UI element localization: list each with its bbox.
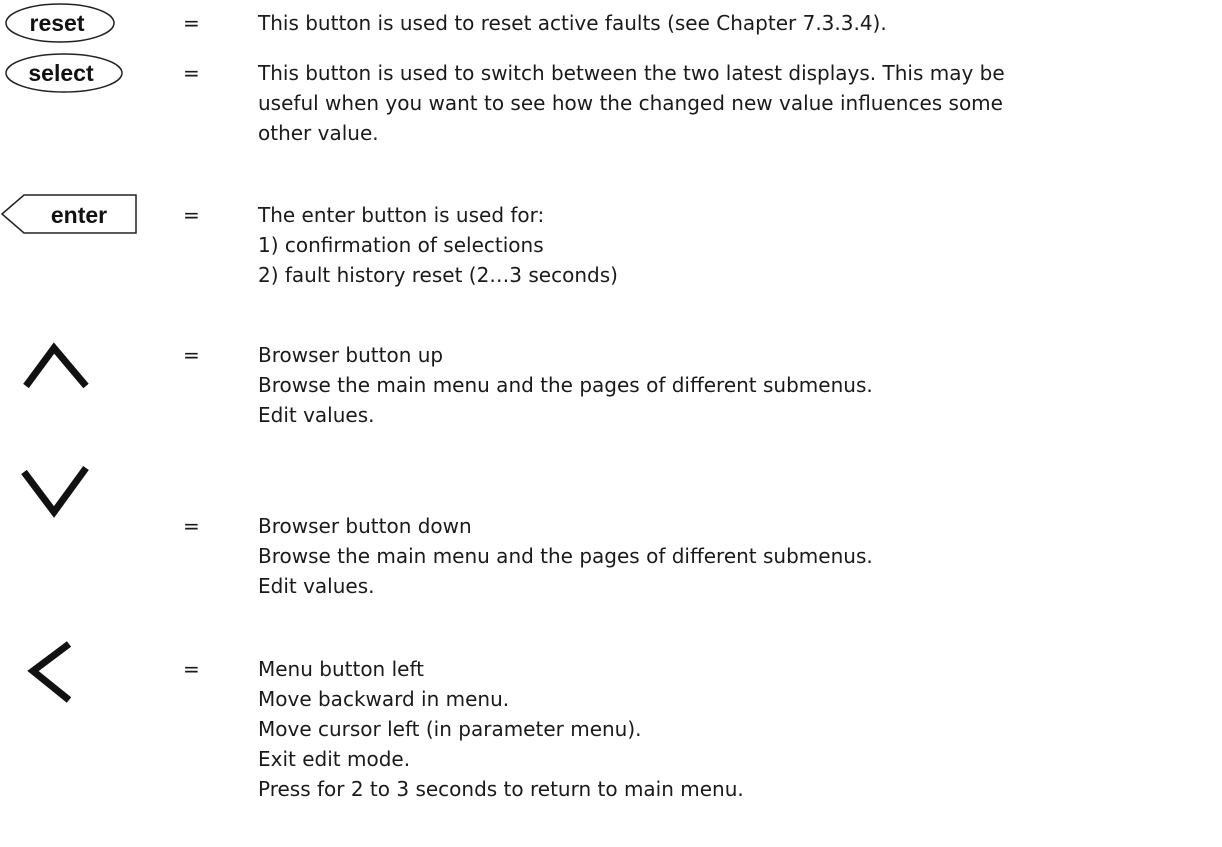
reset-button-label: reset — [30, 10, 85, 36]
description-line: Press for 2 to 3 seconds to return to ma… — [258, 777, 744, 801]
description-line: The enter button is used for: — [258, 203, 545, 227]
enter-button-icon: enter — [0, 194, 137, 234]
select-button-icon: select — [5, 53, 123, 93]
description-line: Move cursor left (in parameter menu). — [258, 717, 642, 741]
equals-sign: = — [183, 11, 200, 35]
description-line: This button is used to switch between th… — [258, 61, 1005, 85]
chevron-down-icon — [21, 465, 89, 518]
left-description: Menu button left Move backward in menu. … — [258, 654, 1216, 804]
chevron-left-icon — [27, 641, 72, 703]
description-line: Menu button left — [258, 657, 424, 681]
description-line: 1) confirmation of selections — [258, 233, 544, 257]
reset-button-icon: reset — [5, 3, 115, 43]
description-line: 2) fault history reset (2…3 seconds) — [258, 263, 618, 287]
description-line: Browse the main menu and the pages of di… — [258, 373, 873, 397]
select-description: This button is used to switch between th… — [258, 58, 1216, 148]
description-line: Exit edit mode. — [258, 747, 411, 771]
description-line: Browser button up — [258, 343, 444, 367]
description-line: Browser button down — [258, 514, 472, 538]
description-line: Move backward in menu. — [258, 687, 510, 711]
enter-button-label: enter — [51, 202, 107, 228]
description-line: Edit values. — [258, 574, 375, 598]
description-line: Edit values. — [258, 403, 375, 427]
equals-sign: = — [183, 343, 200, 367]
up-description: Browser button up Browse the main menu a… — [258, 340, 1216, 430]
equals-sign: = — [183, 203, 200, 227]
reset-description: This button is used to reset active faul… — [258, 8, 1216, 38]
description-line: This button is used to reset active faul… — [258, 11, 887, 35]
equals-sign: = — [183, 514, 200, 538]
chevron-up-icon — [23, 342, 89, 389]
description-line: Browse the main menu and the pages of di… — [258, 544, 873, 568]
equals-sign: = — [183, 61, 200, 85]
description-line: useful when you want to see how the chan… — [258, 91, 1003, 115]
down-description: Browser button down Browse the main menu… — [258, 511, 1216, 601]
equals-sign: = — [183, 657, 200, 681]
description-line: other value. — [258, 121, 379, 145]
select-button-label: select — [28, 60, 94, 86]
enter-description: The enter button is used for: 1) confirm… — [258, 200, 1216, 290]
